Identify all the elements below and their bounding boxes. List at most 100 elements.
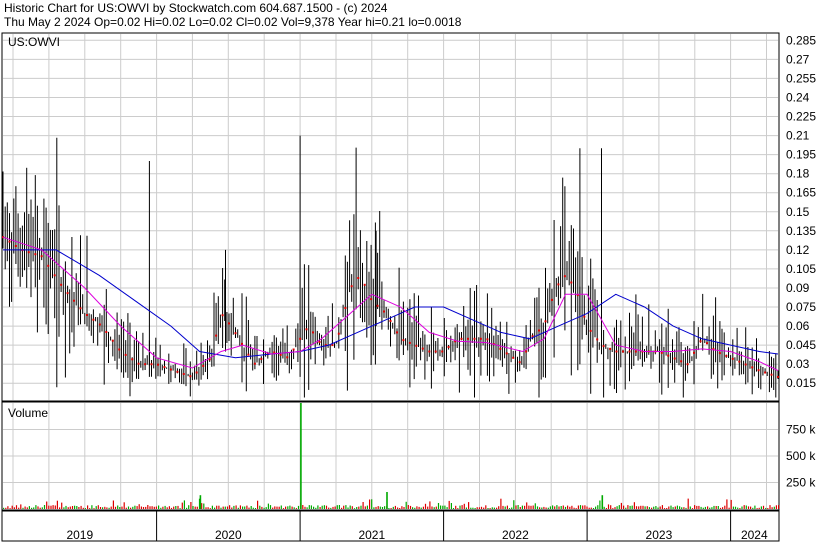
volume-bar xyxy=(483,507,485,509)
close-dot xyxy=(557,283,560,286)
price-y-tick-label: 0.045 xyxy=(786,338,816,352)
volume-bar xyxy=(431,506,433,509)
volume-bar xyxy=(22,507,24,509)
volume-bar xyxy=(145,506,147,509)
close-dot xyxy=(195,371,198,374)
volume-bar xyxy=(603,506,605,509)
close-dot xyxy=(86,314,88,316)
close-dot xyxy=(551,298,553,301)
volume-bar xyxy=(222,506,224,509)
close-dot xyxy=(221,314,224,317)
close-dot xyxy=(344,307,347,309)
volume-bar xyxy=(648,507,650,509)
close-dot xyxy=(512,356,515,359)
volume-bar xyxy=(364,506,366,509)
close-dot xyxy=(402,339,405,342)
volume-bar xyxy=(554,506,556,509)
close-dot xyxy=(628,350,631,353)
volume-bar xyxy=(252,507,254,509)
volume-bar xyxy=(556,505,558,509)
close-dot xyxy=(544,320,547,323)
price-y-tick-label: 0.075 xyxy=(786,300,816,314)
volume-bar xyxy=(640,505,642,509)
volume-bar xyxy=(448,500,450,509)
volume-y-tick-label: 750 k xyxy=(786,423,816,437)
close-dot xyxy=(176,370,179,373)
volume-bar xyxy=(209,508,211,509)
volume-bar xyxy=(188,505,190,509)
volume-bar xyxy=(513,500,515,509)
close-dot xyxy=(731,357,734,360)
volume-bar xyxy=(715,506,717,509)
volume-bar xyxy=(190,502,192,509)
volume-bar xyxy=(530,505,532,509)
x-axis-year-label: 2024 xyxy=(741,528,768,542)
stock-chart: US:OWVI 0.285 0.27 0.255 0.24 0.225 0.21 0.195… xyxy=(1,32,816,542)
volume-bar xyxy=(407,505,409,509)
volume-bar xyxy=(760,506,762,509)
close-dot xyxy=(305,328,308,331)
volume-bar xyxy=(166,507,168,509)
volume-bar xyxy=(377,506,379,509)
volume-bar xyxy=(463,503,465,509)
close-dot xyxy=(447,346,450,348)
close-dot xyxy=(718,352,721,355)
volume-bar xyxy=(627,505,629,509)
volume-bar xyxy=(97,505,99,509)
volume-bar xyxy=(689,506,691,509)
volume-bar xyxy=(35,505,37,509)
volume-bar xyxy=(491,507,493,509)
close-dot xyxy=(505,352,508,355)
close-dot xyxy=(660,351,663,354)
volume-bar xyxy=(756,508,758,509)
volume-bar xyxy=(282,508,285,509)
volume-bar xyxy=(681,507,683,509)
volume-bar xyxy=(7,506,9,509)
close-dot xyxy=(609,347,612,350)
volume-bar xyxy=(192,506,194,509)
volume-bar xyxy=(539,507,541,509)
volume-bar xyxy=(605,508,607,509)
close-dot xyxy=(137,362,140,365)
volume-bar xyxy=(427,506,429,509)
volume-bar xyxy=(687,498,689,509)
close-dot xyxy=(396,331,398,334)
price-y-tick-label: 0.24 xyxy=(786,91,810,105)
volume-bar xyxy=(205,507,207,509)
price-y-tick-label: 0.225 xyxy=(786,110,816,124)
volume-bar xyxy=(468,502,470,509)
price-y-axis: 0.285 0.27 0.255 0.24 0.225 0.21 0.195 0.18 0.16… xyxy=(786,33,816,390)
volume-bar xyxy=(173,506,175,509)
volume-bar xyxy=(717,506,719,509)
volume-bar xyxy=(487,508,489,509)
volume-bar xyxy=(752,507,754,509)
volume-bar xyxy=(532,505,534,509)
volume-bar xyxy=(722,507,724,509)
volume-bar xyxy=(582,505,584,509)
volume-bar xyxy=(186,507,188,509)
close-dot xyxy=(738,360,741,363)
volume-bar xyxy=(65,505,67,509)
volume-bar xyxy=(724,505,726,509)
close-dot xyxy=(467,337,469,340)
volume-bar xyxy=(63,507,65,509)
volume-bar xyxy=(493,507,495,509)
volume-bar xyxy=(261,506,263,509)
volume-bar xyxy=(620,502,622,509)
volume-bar xyxy=(5,507,7,509)
volume-bar xyxy=(373,507,375,509)
volume-bar xyxy=(112,500,114,509)
volume-bar xyxy=(762,505,765,509)
volume-bar xyxy=(450,503,452,509)
price-y-tick-label: 0.195 xyxy=(786,148,816,162)
close-dot xyxy=(421,347,424,350)
volume-bar xyxy=(739,508,741,509)
close-dot xyxy=(693,351,695,354)
close-dot xyxy=(376,304,379,307)
close-dot xyxy=(73,299,75,302)
volume-bar xyxy=(39,507,41,509)
close-dot xyxy=(473,337,476,340)
volume-bar xyxy=(409,505,412,509)
volume-bar xyxy=(651,507,653,509)
volume-bar xyxy=(233,505,235,509)
